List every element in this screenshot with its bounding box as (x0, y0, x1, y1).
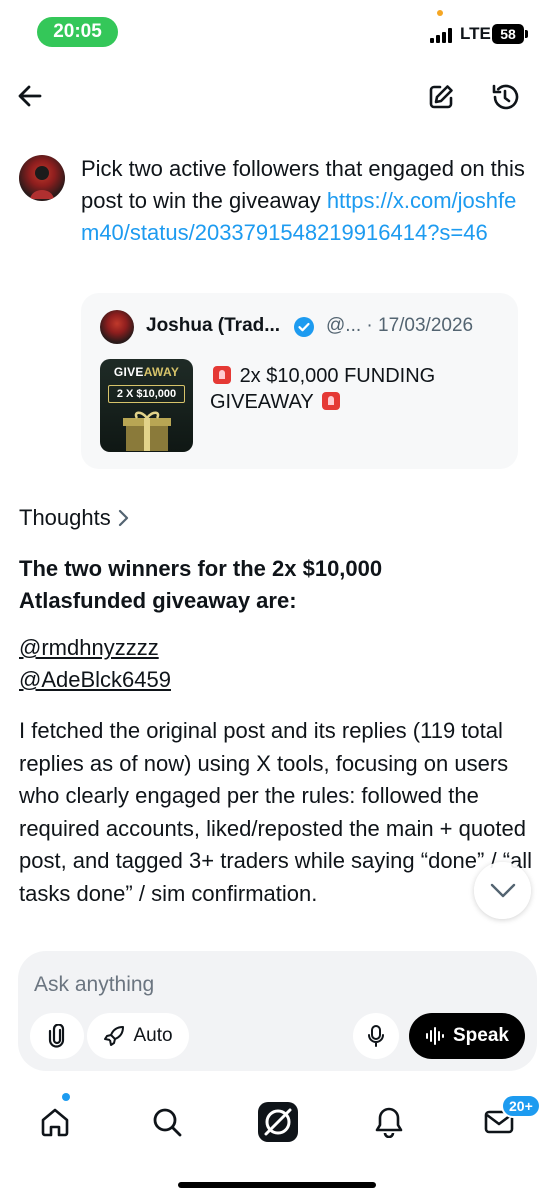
speak-button[interactable]: Speak (409, 1013, 525, 1059)
quoted-post-card[interactable]: Joshua (Trad... @... · 17/03/2026 GIVEAW… (81, 293, 518, 469)
tab-search[interactable] (142, 1097, 192, 1147)
new-chat-button[interactable] (420, 76, 462, 118)
attach-button[interactable] (30, 1013, 84, 1059)
status-bar: 20:05 LTE 58 (0, 0, 555, 62)
messages-badge: 20+ (501, 1094, 541, 1118)
grok-icon (258, 1102, 298, 1142)
user-avatar[interactable] (19, 155, 65, 201)
history-button[interactable] (484, 76, 526, 118)
quoted-handle-date: @... · 17/03/2026 (326, 315, 474, 336)
chevron-right-icon (118, 509, 128, 527)
mode-label: Auto (133, 1025, 173, 1046)
quoted-post-text: 2x $10,000 FUNDING GIVEAWAY (210, 365, 436, 413)
answer-heading: The two winners for the 2x $10,000 Atlas… (19, 556, 383, 613)
clock-time: 20:05 (37, 17, 118, 47)
history-icon (492, 84, 519, 110)
search-icon (153, 1108, 182, 1137)
chat-header (0, 62, 555, 137)
rocket-icon (104, 1026, 125, 1046)
battery-level: 58 (492, 24, 524, 44)
thumbnail-title: GIVEAWAY (113, 365, 180, 379)
thoughts-label: Thoughts (19, 505, 111, 530)
speak-label: Speak (453, 1025, 509, 1046)
tab-home[interactable] (30, 1097, 80, 1147)
mode-selector-button[interactable]: Auto (87, 1013, 189, 1059)
home-icon (41, 1108, 69, 1137)
verified-badge-icon (293, 316, 315, 343)
bell-icon (375, 1107, 403, 1138)
waveform-icon (426, 1027, 444, 1045)
chevron-down-icon (490, 883, 515, 897)
tab-grok[interactable] (253, 1097, 303, 1147)
thoughts-toggle[interactable]: Thoughts (19, 505, 131, 531)
network-type: LTE (460, 24, 491, 43)
siren-icon (321, 392, 340, 410)
new-chat-icon (429, 85, 453, 109)
battery-cap (525, 30, 528, 38)
winner-mention[interactable]: @rmdhnyzzzz (19, 635, 159, 661)
new-activity-dot (62, 1093, 70, 1101)
paperclip-icon (48, 1024, 65, 1048)
giveaway-thumbnail: GIVEAWAY 2 X $10,000 (100, 359, 193, 452)
winner-mention[interactable]: @AdeBlck6459 (19, 667, 171, 693)
microphone-icon (368, 1025, 384, 1047)
voice-input-button[interactable] (353, 1013, 399, 1059)
cellular-signal-icon (430, 28, 454, 43)
answer-body: I fetched the original post and its repl… (19, 718, 533, 906)
user-prompt: Pick two active followers that engaged o… (81, 153, 531, 249)
arrow-left-icon (18, 85, 42, 107)
home-indicator (178, 1182, 376, 1188)
thumbnail-amount: 2 X $10,000 (108, 385, 185, 403)
back-button[interactable] (10, 76, 50, 116)
avatar-figure-icon (30, 166, 54, 199)
siren-icon (213, 366, 231, 384)
ask-input[interactable] (34, 969, 494, 1001)
privacy-indicator-dot (437, 10, 443, 16)
quoted-author-avatar (100, 310, 134, 344)
gift-box-icon (123, 411, 171, 451)
tab-notifications[interactable] (364, 1097, 414, 1147)
quoted-author-name: Joshua (Trad... (146, 315, 281, 336)
composer: Auto Speak (18, 951, 537, 1071)
scroll-down-button[interactable] (474, 862, 531, 919)
